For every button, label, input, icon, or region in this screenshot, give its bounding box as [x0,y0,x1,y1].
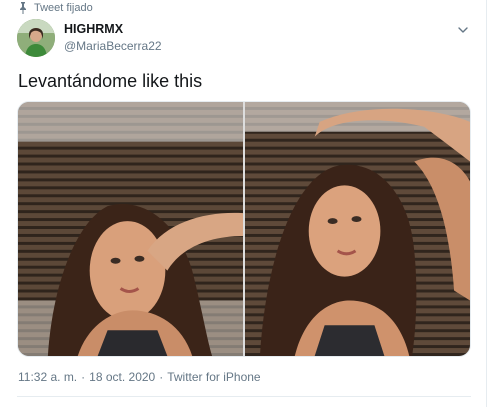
tweet-meta: 11:32 a. m. · 18 oct. 2020 · Twitter for… [18,370,261,384]
photo-1[interactable] [18,102,243,356]
meta-separator: · [159,370,164,384]
photo-2-image [245,102,470,356]
pin-icon [20,2,26,14]
divider [17,396,471,397]
tweet-card[interactable]: Tweet fijado HIGHRMX @MariaBecerra22 Lev… [0,0,486,407]
pinned-tweet-indicator: Tweet fijado [18,1,93,15]
pinned-label: Tweet fijado [34,2,93,14]
tweet-media [17,101,471,357]
photo-2[interactable] [245,102,470,356]
display-name[interactable]: HIGHRMX [64,22,162,37]
avatar[interactable] [17,19,55,57]
tweet-source[interactable]: Twitter for iPhone [167,370,260,384]
tweet-time[interactable]: 11:32 a. m. [18,370,77,384]
avatar-image [17,19,55,57]
user-names[interactable]: HIGHRMX @MariaBecerra22 [64,22,162,54]
chevron-down-icon[interactable] [456,23,470,37]
tweet-text: Levantándome like this [18,71,203,91]
user-handle[interactable]: @MariaBecerra22 [64,39,162,54]
photo-1-image [18,102,243,356]
tweet-date[interactable]: 18 oct. 2020 [89,370,155,384]
meta-separator: · [81,370,86,384]
column-border [486,0,487,407]
